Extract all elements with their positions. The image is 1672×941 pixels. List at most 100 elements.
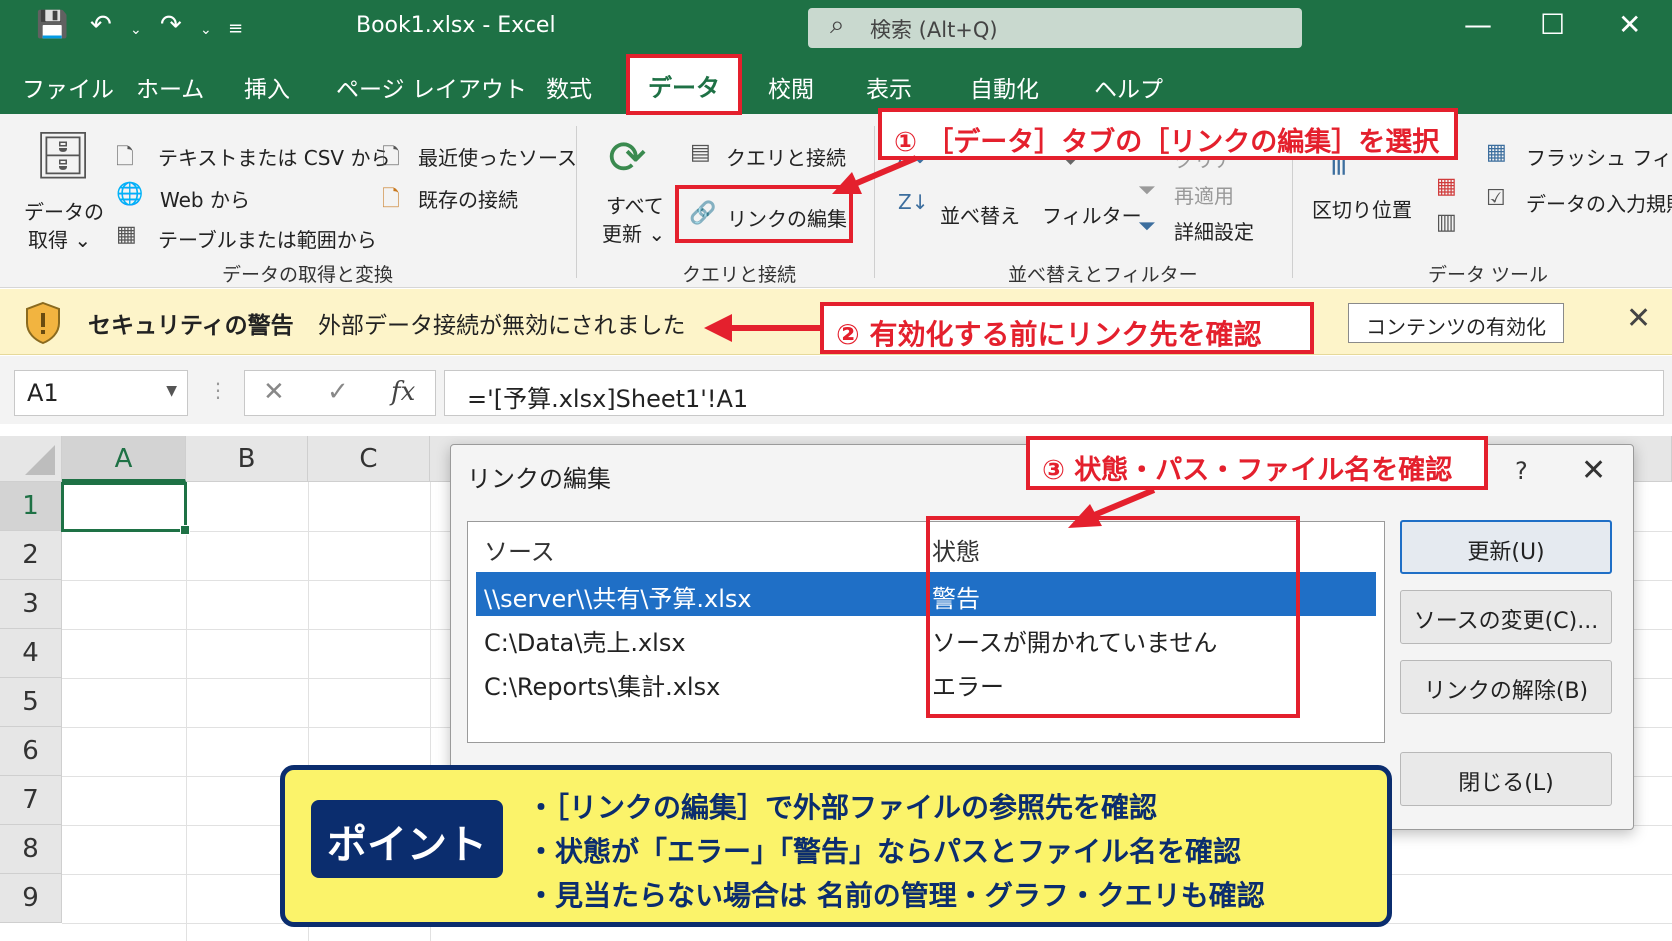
break-link-button[interactable]: リンクの解除(B) — [1400, 660, 1612, 714]
tab-page-layout[interactable]: ページ レイアウト — [336, 70, 527, 104]
tab-home[interactable]: ホーム — [136, 70, 204, 104]
window-title: Book1.xlsx - Excel — [356, 13, 556, 38]
group-queries: クエリと接続 — [682, 264, 797, 286]
enter-icon[interactable]: ✓ — [327, 377, 349, 407]
flash-fill-button[interactable]: フラッシュ フィル — [1526, 142, 1672, 171]
tab-review[interactable]: 校閲 — [768, 70, 814, 104]
selected-cell-a1[interactable] — [61, 482, 190, 535]
tab-view[interactable]: 表示 — [866, 70, 912, 104]
web-button[interactable]: Web から — [160, 184, 250, 213]
dialog-close-icon[interactable]: ✕ — [1581, 453, 1606, 488]
column-header-a[interactable]: A — [62, 436, 186, 482]
table-range-button[interactable]: テーブルまたは範囲から — [158, 224, 377, 253]
consolidate-icon[interactable]: ▥ — [1436, 210, 1457, 235]
edit-links-label: リンクの編集 — [727, 207, 847, 231]
close-security-bar-icon[interactable]: ✕ — [1626, 301, 1651, 336]
row-header-3[interactable]: 3 — [0, 580, 62, 629]
search-box[interactable]: ⌕ 検索 (Alt+Q) — [808, 8, 1302, 48]
reapply-icon: ⏷ — [1138, 178, 1156, 203]
search-icon: ⌕ — [830, 10, 845, 40]
tab-file[interactable]: ファイル — [22, 70, 114, 104]
text-csv-button[interactable]: テキストまたは CSV から — [158, 142, 390, 171]
maximize-icon[interactable]: ☐ — [1540, 8, 1565, 41]
tab-automate[interactable]: 自動化 — [970, 70, 1039, 104]
security-title: セキュリティの警告 — [88, 313, 294, 339]
row-header-5[interactable]: 5 — [0, 678, 62, 727]
callout-step1-text: ① ［データ］タブの［リンクの編集］を選択 — [894, 127, 1440, 158]
sort-button[interactable]: 並べ替え — [940, 200, 1020, 229]
group-get-transform: データの取得と変換 — [222, 264, 394, 286]
remove-duplicates-icon[interactable]: ▦ — [1436, 174, 1457, 199]
row-header-9[interactable]: 9 — [0, 874, 62, 923]
refresh-all-label1[interactable]: すべて — [606, 190, 664, 219]
callout-step2-text: ② 有効化する前にリンク先を確認 — [836, 318, 1262, 351]
tab-formulas[interactable]: 数式 — [546, 70, 592, 104]
link-source: C:\Reports\集計.xlsx — [484, 673, 721, 701]
update-values-label: 更新(U) — [1467, 540, 1545, 565]
name-box-dropdown-icon[interactable]: ▼ — [166, 383, 177, 399]
grid-line — [186, 482, 187, 941]
insert-function-icon[interactable]: fx — [391, 377, 415, 407]
point-line-3: ・見当たらない場合は 名前の管理・グラフ・クエリも確認 — [527, 879, 1265, 912]
select-all-button[interactable] — [0, 436, 62, 482]
enable-content-button[interactable]: コンテンツの有効化 — [1348, 303, 1564, 343]
reapply-button[interactable]: 再適用 — [1174, 180, 1234, 209]
column-header-c[interactable]: C — [308, 436, 430, 482]
redo-icon[interactable]: ↷ — [160, 10, 182, 40]
text-to-columns-button[interactable]: 区切り位置 — [1312, 194, 1412, 223]
database-icon: 🗄 — [34, 128, 93, 182]
close-dialog-button[interactable]: 閉じる(L) — [1400, 752, 1612, 806]
dialog-title: リンクの編集 — [467, 465, 611, 493]
name-box[interactable]: A1 ▼ — [14, 370, 188, 416]
row-header-6[interactable]: 6 — [0, 727, 62, 776]
tab-insert[interactable]: 挿入 — [244, 70, 290, 104]
formula-text: ='[予算.xlsx]Sheet1'!A1 — [467, 385, 749, 413]
flash-fill-icon: ▦ — [1486, 140, 1507, 165]
change-source-label: ソースの変更(C)... — [1413, 609, 1599, 634]
change-source-button[interactable]: ソースの変更(C)... — [1400, 590, 1612, 644]
save-icon[interactable]: 💾 — [36, 10, 68, 40]
advanced-filter-icon: ⏷ — [1138, 214, 1156, 239]
undo-icon[interactable]: ↶ — [90, 10, 112, 40]
more-options-icon[interactable]: ⋮ — [208, 378, 228, 402]
close-window-icon[interactable]: ✕ — [1618, 8, 1641, 41]
row-header-1[interactable]: 1 — [0, 482, 62, 531]
recent-sources-icon: 🗋 — [382, 145, 400, 170]
customize-qat-icon[interactable]: ≡ — [228, 18, 243, 39]
existing-connections-button[interactable]: 既存の接続 — [418, 184, 518, 213]
callout-arrow-3 — [1068, 487, 1156, 528]
redo-dropdown-icon[interactable]: ⌄ — [200, 22, 212, 38]
cancel-icon[interactable]: ✕ — [263, 377, 285, 407]
row-header-4[interactable]: 4 — [0, 629, 62, 678]
row-header-8[interactable]: 8 — [0, 825, 62, 874]
point-box: ポイント ・［リンクの編集］で外部ファイルの参照先を確認 ・状態が「エラー」「警… — [280, 765, 1392, 927]
advanced-filter-button[interactable]: 詳細設定 — [1174, 216, 1254, 245]
minimize-icon[interactable]: — — [1464, 8, 1492, 41]
table-icon: ▦ — [116, 222, 137, 247]
filter-button[interactable]: フィルター — [1042, 200, 1142, 229]
update-values-button[interactable]: 更新(U) — [1400, 520, 1612, 574]
recent-sources-button[interactable]: 最近使ったソース — [418, 142, 577, 171]
undo-dropdown-icon[interactable]: ⌄ — [130, 22, 142, 38]
formula-input[interactable]: ='[予算.xlsx]Sheet1'!A1 — [444, 370, 1664, 416]
tab-data[interactable]: データ — [626, 54, 742, 115]
row-header-2[interactable]: 2 — [0, 531, 62, 580]
link-source: \\server\\共有\予算.xlsx — [484, 585, 752, 613]
data-validation-button[interactable]: データの入力規則 — [1526, 188, 1672, 217]
row-header-7[interactable]: 7 — [0, 776, 62, 825]
data-validation-icon: ☑ — [1486, 186, 1506, 211]
tab-help[interactable]: ヘルプ — [1094, 70, 1163, 104]
help-icon[interactable]: ? — [1515, 457, 1528, 485]
refresh-all-label2[interactable]: 更新 ⌄ — [602, 218, 665, 247]
refresh-all-icon: ⟳ — [608, 130, 647, 184]
security-message: 外部データ接続が無効にされました — [318, 313, 686, 339]
group-data-tools: データ ツール — [1428, 264, 1549, 286]
get-data-label1[interactable]: データの — [24, 196, 104, 225]
point-line-2: ・状態が「エラー」「警告」ならパスとファイル名を確認 — [527, 835, 1242, 868]
get-data-label2[interactable]: 取得 ⌄ — [28, 224, 91, 253]
callout-arrow-1 — [832, 155, 918, 194]
callout-step3: ③ 状態・パス・ファイル名を確認 — [1026, 436, 1488, 490]
point-badge: ポイント — [311, 800, 503, 878]
column-header-b[interactable]: B — [186, 436, 308, 482]
shield-icon — [26, 301, 60, 345]
